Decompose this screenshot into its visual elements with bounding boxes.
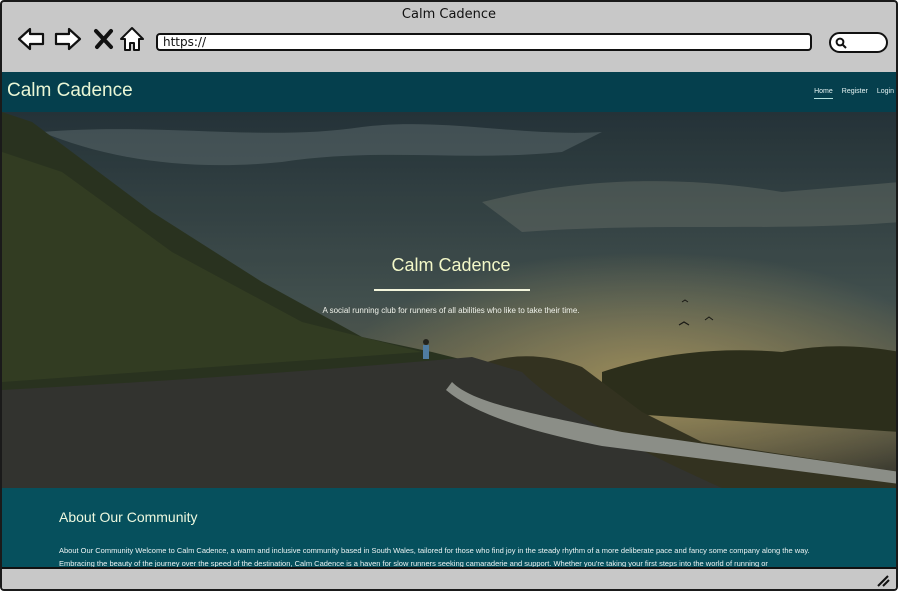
site-brand[interactable]: Calm Cadence: [7, 80, 133, 102]
resize-grip-icon[interactable]: [876, 573, 890, 587]
about-heading: About Our Community: [59, 509, 198, 525]
browser-window: Calm Cadence https:// Calm Cadence Home …: [0, 0, 898, 591]
about-paragraph: About Our Community Welcome to Calm Cade…: [59, 546, 810, 567]
about-section: About Our Community About Our Community …: [2, 488, 896, 567]
nav-login-link[interactable]: Login: [877, 88, 894, 99]
hero-banner: Calm Cadence A social running club for r…: [2, 112, 896, 488]
url-input[interactable]: https://: [156, 33, 812, 51]
hero-title: Calm Cadence: [391, 255, 511, 275]
forward-arrow-icon[interactable]: [53, 24, 83, 54]
web-page: Calm Cadence Home Register Login Calm Ca…: [2, 72, 896, 567]
nav-home-link[interactable]: Home: [814, 88, 833, 99]
hero-divider: [374, 289, 530, 291]
close-x-icon[interactable]: [89, 24, 119, 54]
search-box[interactable]: [829, 32, 888, 53]
nav-links: Home Register Login: [805, 88, 894, 99]
hero-background-image: [2, 112, 896, 488]
hero-subtitle: A social running club for runners of all…: [322, 306, 580, 315]
site-navbar: Calm Cadence Home Register Login: [2, 72, 896, 112]
browser-status-bar: [2, 567, 896, 589]
search-icon: [835, 37, 847, 49]
nav-register-link[interactable]: Register: [842, 88, 868, 99]
window-title: Calm Cadence: [401, 7, 497, 22]
back-arrow-icon[interactable]: [16, 24, 46, 54]
home-icon[interactable]: [117, 24, 147, 54]
